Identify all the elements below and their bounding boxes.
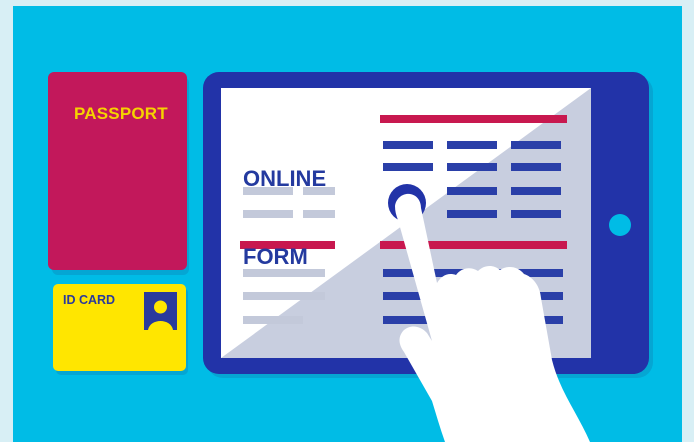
portrait-icon bbox=[144, 292, 177, 330]
artwork bbox=[48, 72, 653, 442]
id-card-label: ID CARD bbox=[63, 293, 116, 307]
passport-icon bbox=[48, 72, 189, 275]
illustration: PASSPORT ID CARD ONLINE FORM bbox=[0, 0, 694, 442]
form-title-line2: FORM bbox=[243, 244, 308, 269]
home-button-icon bbox=[609, 214, 631, 236]
form-header-rule bbox=[380, 115, 567, 123]
form-title-line1: ONLINE bbox=[243, 166, 327, 191]
form-title: ONLINE FORM bbox=[243, 114, 326, 322]
passport-label: PASSPORT bbox=[74, 104, 168, 123]
